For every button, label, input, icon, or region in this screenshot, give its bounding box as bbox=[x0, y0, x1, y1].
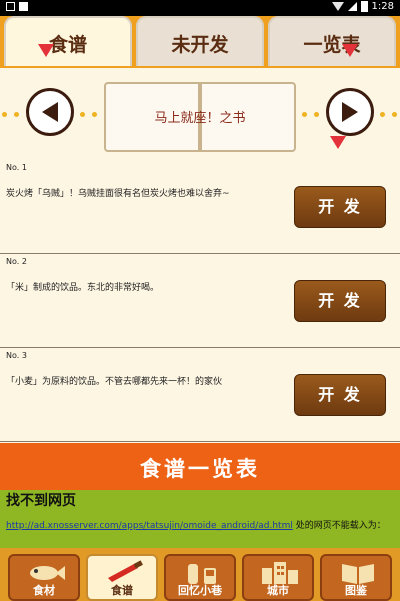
wifi-icon bbox=[331, 2, 344, 11]
nav-ingredients[interactable]: 食材 bbox=[8, 554, 80, 601]
list-item: No. 1 炭火烤「乌贼」！乌贼挂面很有名但炭火烤也难以舍弃~ 开 发 bbox=[0, 160, 400, 254]
develop-button[interactable]: 开 发 bbox=[294, 280, 386, 322]
tab-label: 食谱 bbox=[48, 34, 87, 56]
develop-button[interactable]: 开 发 bbox=[294, 186, 386, 228]
recipe-description: 「小麦」为原料的饮品。不管去哪都先来一杯！的家伙 bbox=[6, 377, 223, 387]
nav-label: 图鉴 bbox=[345, 584, 367, 597]
nav-label: 城市 bbox=[267, 584, 289, 597]
recipe-list-banner[interactable]: 食谱一览表 bbox=[0, 443, 400, 490]
notification-icon bbox=[6, 2, 15, 11]
chevron-left-icon bbox=[42, 102, 58, 122]
recipe-list: No. 1 炭火烤「乌贼」！乌贼挂面很有名但炭火烤也难以舍弃~ 开 发 No. … bbox=[0, 160, 400, 442]
list-item: No. 2 「米」制成的饮品。东北的非常好喝。 开 发 bbox=[0, 254, 400, 348]
signal-icon bbox=[347, 2, 357, 11]
nav-label: 食谱 bbox=[111, 584, 133, 597]
develop-button[interactable]: 开 发 bbox=[294, 374, 386, 416]
previous-page-button[interactable] bbox=[26, 88, 74, 136]
chevron-right-icon bbox=[342, 102, 358, 122]
recipe-number: No. 3 bbox=[6, 351, 27, 360]
recipe-number: No. 2 bbox=[6, 257, 27, 266]
status-bar: 1:28 bbox=[0, 0, 400, 16]
notification-icon bbox=[19, 2, 28, 11]
top-tabs: 食谱 未开发 一览表 bbox=[0, 16, 400, 68]
nav-encyclopedia[interactable]: 图鉴 bbox=[320, 554, 392, 601]
new-marker-icon bbox=[38, 44, 54, 57]
recipe-description: 「米」制成的饮品。东北的非常好喝。 bbox=[6, 283, 160, 293]
nav-city[interactable]: 城市 bbox=[242, 554, 314, 601]
tab-list[interactable]: 一览表 bbox=[268, 16, 396, 66]
bottom-nav: 食材 食谱 回忆小巷 城市 图鉴 bbox=[0, 548, 400, 601]
error-suffix: 处的网页不能载入为： bbox=[292, 521, 386, 531]
new-marker-icon bbox=[330, 136, 346, 149]
nav-memory-alley[interactable]: 回忆小巷 bbox=[164, 554, 236, 601]
ad-error-panel: 找不到网页 http://ad.xnosserver.com/apps/tats… bbox=[0, 490, 400, 548]
nav-label: 回忆小巷 bbox=[178, 584, 222, 597]
recipe-number: No. 1 bbox=[6, 163, 27, 172]
nav-recipes[interactable]: 食谱 bbox=[86, 554, 158, 601]
recipe-book: 马上就座！之书 bbox=[104, 82, 296, 156]
next-page-button[interactable] bbox=[326, 88, 374, 136]
tab-label: 未开发 bbox=[171, 34, 229, 56]
list-item: No. 3 「小麦」为原料的饮品。不管去哪都先来一杯！的家伙 开 发 bbox=[0, 348, 400, 442]
book-header: 马上就座！之书 bbox=[0, 68, 400, 160]
status-time: 1:28 bbox=[371, 1, 394, 12]
ad-link[interactable]: http://ad.xnosserver.com/apps/tatsujin/o… bbox=[6, 521, 293, 531]
error-title: 找不到网页 bbox=[6, 493, 76, 509]
new-marker-icon bbox=[342, 44, 358, 57]
nav-label: 食材 bbox=[33, 584, 55, 597]
book-title: 马上就座！之书 bbox=[154, 111, 246, 126]
error-body: http://ad.xnosserver.com/apps/tatsujin/o… bbox=[6, 520, 396, 533]
tab-undeveloped[interactable]: 未开发 bbox=[136, 16, 264, 66]
battery-icon bbox=[360, 1, 368, 12]
tab-recipes[interactable]: 食谱 bbox=[4, 16, 132, 66]
recipe-description: 炭火烤「乌贼」！乌贼挂面很有名但炭火烤也难以舍弃~ bbox=[6, 189, 230, 199]
